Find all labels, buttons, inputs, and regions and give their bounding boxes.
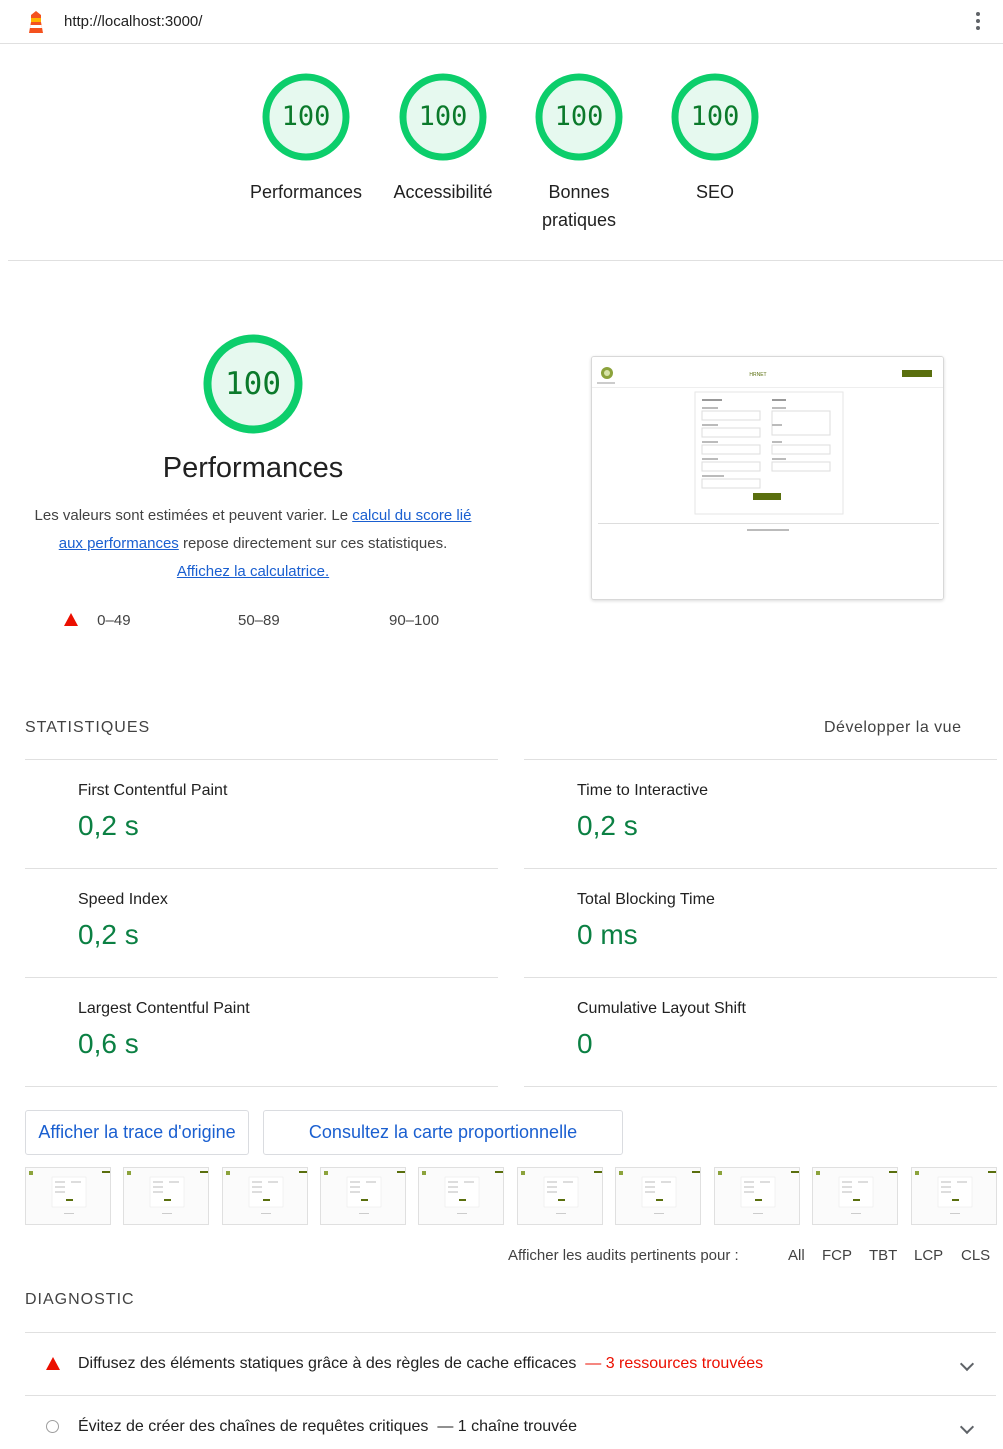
filmstrip-frame [222, 1167, 308, 1225]
diagnostics-heading: DIAGNOSTIC [25, 1291, 135, 1308]
lighthouse-logo-icon [29, 11, 43, 33]
filter-cls[interactable]: CLS [961, 1247, 990, 1264]
metric-name: Speed Index [78, 891, 168, 908]
gauge-score: 100 [225, 366, 281, 402]
category-title: Performances [162, 452, 344, 484]
chevron-down-icon[interactable] [959, 1356, 975, 1372]
metric-cls: Cumulative Layout Shift 0 [524, 977, 997, 1086]
filmstrip-frame [320, 1167, 406, 1225]
metric-name: Cumulative Layout Shift [577, 1000, 746, 1017]
filter-all[interactable]: All [788, 1247, 805, 1264]
report-url[interactable]: http://localhost:3000/ [64, 13, 202, 30]
metric-lcp: Largest Contentful Paint 0,6 s [25, 977, 498, 1086]
metric-value: 0,6 s [78, 1028, 139, 1059]
audit-title-text: Diffusez des éléments statiques grâce à … [78, 1355, 577, 1372]
view-treemap-button[interactable]: Consultez la carte proportionnelle [263, 1110, 623, 1155]
gauge-label-seo: SEO [695, 182, 734, 202]
filter-tbt[interactable]: TBT [869, 1247, 897, 1264]
gauge-performance-large: 100 [202, 333, 304, 435]
metric-value: 0,2 s [78, 810, 139, 841]
filmstrip-frame [123, 1167, 209, 1225]
metrics-heading: STATISTIQUES [25, 719, 151, 736]
filmstrip-frame [911, 1167, 997, 1225]
gauge-label-performance: Performances [249, 182, 363, 202]
metric-name: First Contentful Paint [78, 782, 228, 799]
legend-average: 50–89 [238, 612, 280, 629]
filmstrip-frame [615, 1167, 701, 1225]
fail-triangle-icon [64, 613, 78, 626]
description-text: Les valeurs sont estimées et peuvent var… [34, 507, 353, 524]
divider [8, 260, 1003, 261]
expand-view-toggle[interactable]: Développer la vue [824, 719, 961, 737]
metric-speed-index: Speed Index 0,2 s [25, 868, 498, 977]
filter-fcp[interactable]: FCP [822, 1247, 852, 1264]
report-topbar: http://localhost:3000/ [0, 0, 1003, 44]
audit-detail: 3 ressources trouvées [605, 1355, 764, 1372]
audit-cache-policy[interactable]: Diffusez des éléments statiques grâce à … [25, 1332, 996, 1395]
divider [524, 1086, 997, 1087]
gauge-score: 100 [554, 101, 604, 132]
audit-filter-label: Afficher les audits pertinents pour : [508, 1247, 739, 1264]
gauge-best-practices[interactable]: 100 [534, 72, 624, 162]
metric-tti: Time to Interactive 0,2 s [524, 759, 997, 868]
audit-detail-separator: — [432, 1418, 458, 1435]
metric-value: 0 ms [577, 919, 638, 950]
legend-fail: 0–49 [64, 612, 131, 629]
legend-pass-label: 90–100 [389, 612, 440, 629]
metric-fcp: First Contentful Paint 0,2 s [25, 759, 498, 868]
legend-fail-label: 0–49 [97, 612, 131, 629]
gauge-performance[interactable]: 100 [261, 72, 351, 162]
metric-value: 0 [577, 1028, 593, 1059]
audit-detail-separator: — [580, 1355, 606, 1372]
metric-tbt: Total Blocking Time 0 ms [524, 868, 997, 977]
legend-average-label: 50–89 [238, 612, 280, 629]
calculator-link[interactable]: Affichez la calculatrice. [177, 563, 329, 580]
view-trace-button[interactable]: Afficher la trace d'origine [25, 1110, 249, 1155]
gauge-accessibility[interactable]: 100 [398, 72, 488, 162]
gauge-label-accessibility: Accessibilité [393, 182, 493, 202]
fail-triangle-icon [46, 1357, 60, 1370]
filmstrip-frame [812, 1167, 898, 1225]
filmstrip-frame [517, 1167, 603, 1225]
filmstrip-frame [418, 1167, 504, 1225]
divider [25, 1086, 498, 1087]
audit-title: Évitez de créer des chaînes de requêtes … [78, 1418, 577, 1436]
gauge-label-best-practices: Bonnes pratiques [541, 182, 617, 230]
filter-lcp[interactable]: LCP [914, 1247, 943, 1264]
legend-pass: 90–100 [389, 612, 439, 629]
filmstrip-frame [714, 1167, 800, 1225]
more-options-icon[interactable] [968, 10, 988, 36]
info-circle-icon [46, 1420, 59, 1433]
metric-name: Total Blocking Time [577, 891, 715, 908]
metric-name: Largest Contentful Paint [78, 1000, 250, 1017]
gauge-seo[interactable]: 100 [670, 72, 760, 162]
metric-value: 0,2 s [577, 810, 638, 841]
metric-name: Time to Interactive [577, 782, 709, 799]
metric-value: 0,2 s [78, 919, 139, 950]
chevron-down-icon[interactable] [959, 1419, 975, 1435]
final-screenshot[interactable]: HRNET [591, 356, 944, 600]
filmstrip-frame [25, 1167, 111, 1225]
audit-detail: 1 chaîne trouvée [457, 1418, 577, 1435]
final-screenshot-image: HRNET [592, 357, 943, 599]
category-description: Les valeurs sont estimées et peuvent var… [33, 502, 473, 586]
audit-critical-request-chains[interactable]: Évitez de créer des chaînes de requêtes … [25, 1395, 996, 1449]
gauge-score: 100 [690, 101, 740, 132]
gauge-score: 100 [281, 101, 331, 132]
thumbnail-brand: HRNET [749, 372, 766, 378]
description-text: repose directement sur ces statistiques. [178, 535, 448, 552]
gauge-score: 100 [418, 101, 468, 132]
audit-title: Diffusez des éléments statiques grâce à … [78, 1355, 763, 1373]
audit-title-text: Évitez de créer des chaînes de requêtes … [78, 1418, 429, 1435]
